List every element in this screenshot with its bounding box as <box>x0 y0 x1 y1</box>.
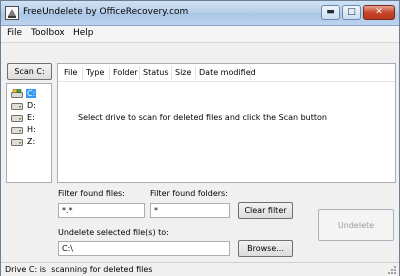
window-title: FreeUndelete by OfficeRecovery.com <box>23 7 189 17</box>
drive-icon <box>11 115 23 122</box>
status-bar: Drive C: is scanning for deleted files <box>1 262 399 276</box>
menu-file[interactable]: File <box>7 28 22 38</box>
drive-item-h[interactable]: H: <box>11 124 37 135</box>
column-divider[interactable] <box>109 66 110 80</box>
menu-bar: File Toolbox Help <box>1 26 399 43</box>
undelete-dest-label: Undelete selected file(s) to: <box>58 228 169 237</box>
drive-icon <box>11 139 23 146</box>
filter-files-label: Filter found files: <box>58 189 125 198</box>
drive-icon <box>11 127 23 134</box>
column-size[interactable]: Size <box>175 68 191 77</box>
column-divider[interactable] <box>195 66 196 80</box>
undelete-dest-input[interactable]: C:\ <box>58 241 230 256</box>
filter-folders-label: Filter found folders: <box>150 189 228 198</box>
menu-help[interactable]: Help <box>73 28 94 38</box>
system-drive-icon <box>11 89 23 98</box>
filter-files-input[interactable]: *.* <box>58 203 145 218</box>
scan-button[interactable]: Scan C: <box>7 63 52 80</box>
close-button[interactable]: ✕ <box>363 5 395 20</box>
menu-toolbox[interactable]: Toolbox <box>31 28 65 38</box>
column-file[interactable]: File <box>64 68 77 77</box>
column-divider[interactable] <box>250 66 251 80</box>
minimize-icon: ▬ <box>326 7 335 17</box>
drive-label: D: <box>27 101 36 110</box>
column-divider[interactable] <box>171 66 172 80</box>
drive-item-c[interactable]: C: <box>11 88 37 99</box>
filter-folders-input[interactable]: * <box>150 203 230 218</box>
maximize-button[interactable]: □ <box>342 5 361 20</box>
drive-label: H: <box>27 125 36 134</box>
title-bar[interactable]: FreeUndelete by OfficeRecovery.com ▬ □ ✕ <box>1 1 399 26</box>
results-list[interactable]: File Type Folder Status Size Date modifi… <box>57 63 396 183</box>
status-text: Drive C: is scanning for deleted files <box>5 265 153 274</box>
drive-item-z[interactable]: Z: <box>11 136 36 147</box>
column-divider[interactable] <box>139 66 140 80</box>
column-status[interactable]: Status <box>143 68 169 77</box>
empty-list-message: Select drive to scan for deleted files a… <box>78 113 327 122</box>
app-icon <box>5 6 19 20</box>
drive-item-d[interactable]: D: <box>11 100 37 111</box>
drive-icon <box>11 103 23 110</box>
app-window: FreeUndelete by OfficeRecovery.com ▬ □ ✕… <box>0 0 400 276</box>
minimize-button[interactable]: ▬ <box>321 5 340 20</box>
browse-button[interactable]: Browse... <box>238 240 293 257</box>
close-icon: ✕ <box>375 7 383 17</box>
drive-tree[interactable]: C: D: E: H: Z: <box>6 83 52 183</box>
drive-item-e[interactable]: E: <box>11 112 36 123</box>
resize-grip-icon[interactable] <box>387 265 397 275</box>
drive-label: Z: <box>27 137 36 146</box>
caption-buttons: ▬ □ ✕ <box>319 5 395 21</box>
maximize-icon: □ <box>347 7 356 17</box>
column-folder[interactable]: Folder <box>113 68 138 77</box>
clear-filter-button[interactable]: Clear filter <box>238 202 293 219</box>
column-date-modified[interactable]: Date modified <box>199 68 256 77</box>
column-type[interactable]: Type <box>86 68 104 77</box>
drive-label: E: <box>27 113 35 122</box>
drive-label: C: <box>26 89 37 98</box>
undelete-button[interactable]: Undelete <box>318 209 394 241</box>
column-divider[interactable] <box>82 66 83 80</box>
list-header: File Type Folder Status Size Date modifi… <box>58 64 395 82</box>
